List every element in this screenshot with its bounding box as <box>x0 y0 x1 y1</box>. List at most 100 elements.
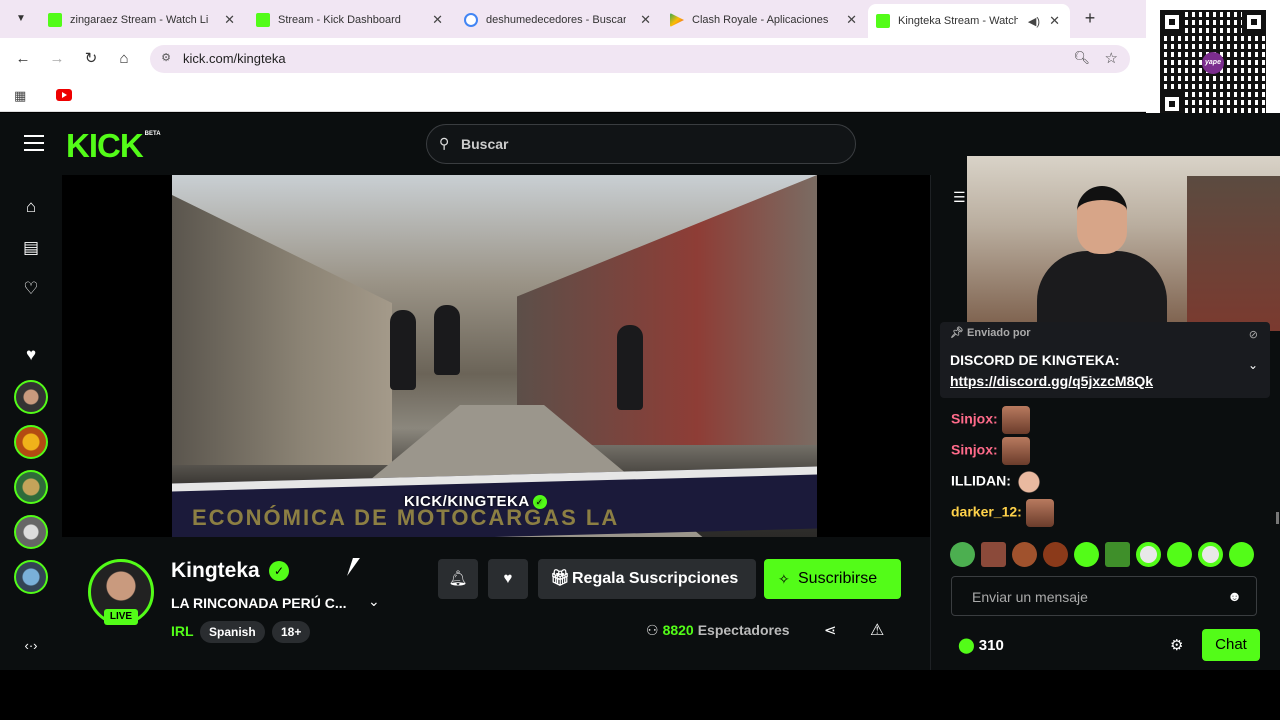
chat-settings-gear-icon[interactable]: ⚙ <box>1170 636 1183 654</box>
apps-grid-icon[interactable]: ▦ <box>14 88 26 104</box>
search-input[interactable]: ⚲ Buscar <box>426 124 856 164</box>
chat-username[interactable]: darker_12: <box>951 504 1022 520</box>
subscribe-button[interactable]: ✧ Suscribirse <box>764 559 901 599</box>
browser-tab-bar: ▼ zingaraez Stream - Watch Li ✕ Stream -… <box>0 0 1280 38</box>
tab-label: deshumedecedores - Buscar <box>486 14 626 26</box>
close-tab-icon[interactable]: ✕ <box>640 12 651 28</box>
tab-label: Kingteka Stream - Watch <box>898 15 1018 27</box>
youtube-bookmark-icon[interactable] <box>56 89 72 101</box>
emote[interactable] <box>1043 542 1068 567</box>
browse-icon[interactable]: ▤ <box>20 237 42 259</box>
discord-link[interactable]: https://discord.gg/q5jxzcM8Qk <box>950 373 1153 389</box>
pin-icon: 📌︎ <box>950 327 968 339</box>
browser-tab-2[interactable]: Stream - Kick Dashboard ✕ <box>248 6 453 34</box>
follow-heart-button[interactable]: ♥ <box>488 559 528 599</box>
zoom-icon[interactable]: 🔍︎ <box>1073 50 1090 66</box>
kick-logo[interactable]: KICK BETA <box>66 127 161 165</box>
share-icon[interactable]: ⋖ <box>824 621 837 639</box>
gift-icon: 🎁︎ <box>550 570 571 587</box>
chevron-down-icon[interactable]: ⌄ <box>368 593 380 610</box>
emote[interactable] <box>1167 542 1192 567</box>
main-content: ECONÓMICA DE MOTOCARGAS LA KICK/KINGTEKA… <box>62 175 930 670</box>
bookmark-star-icon[interactable]: ☆ <box>1105 49 1118 67</box>
pinned-title: DISCORD DE KINGTEKA: <box>950 352 1120 368</box>
emote[interactable] <box>1012 542 1037 567</box>
tab-label: Clash Royale - Aplicaciones <box>692 14 829 26</box>
search-icon: ⚲ <box>439 135 450 151</box>
stream-category[interactable]: IRL <box>171 623 194 639</box>
hide-pinned-icon[interactable]: ⊘ <box>1249 328 1258 341</box>
browser-tab-4[interactable]: Clash Royale - Aplicaciones ✕ <box>662 6 867 34</box>
reload-icon[interactable]: ↻ <box>80 48 102 70</box>
star-icon: ✧ <box>778 571 790 587</box>
report-warning-icon[interactable]: ⚠ <box>870 620 884 640</box>
sidebar-channel-avatar[interactable] <box>14 560 48 594</box>
kick-favicon-icon <box>876 14 890 28</box>
speaker-icon[interactable]: ◀) <box>1028 15 1040 28</box>
tag-age[interactable]: 18+ <box>272 621 311 643</box>
chat-username[interactable]: ILLIDAN: <box>951 473 1011 489</box>
chat-message: darker_12: <box>951 499 1054 527</box>
points-icon: ⬤ <box>958 637 975 654</box>
chat-message: Sinjox: <box>951 406 1030 434</box>
pinned-by-label: 📌︎ Enviado por <box>950 327 1031 339</box>
video-player[interactable]: ECONÓMICA DE MOTOCARGAS LA KICK/KINGTEKA… <box>62 175 930 537</box>
address-bar[interactable]: ⚙ kick.com/kingteka 🔍︎ ☆ <box>150 45 1130 73</box>
browser-tab-3[interactable]: deshumedecedores - Buscar ✕ <box>456 6 661 34</box>
channel-points[interactable]: ⬤ 310 <box>958 636 1004 654</box>
chat-scrollbar[interactable] <box>1276 512 1279 524</box>
home-icon[interactable]: ⌂ <box>20 196 42 218</box>
close-tab-icon[interactable]: ✕ <box>224 12 235 28</box>
browser-tab-1[interactable]: zingaraez Stream - Watch Li ✕ <box>40 6 245 34</box>
sidebar-channel-avatar[interactable] <box>14 380 48 414</box>
google-play-favicon-icon <box>670 13 684 27</box>
stream-title: LA RINCONADA PERÚ C... <box>171 595 347 611</box>
live-badge: LIVE <box>104 609 138 625</box>
kick-favicon-icon <box>256 13 270 27</box>
emote[interactable] <box>1198 542 1223 567</box>
site-info-icon[interactable]: ⚙ <box>158 51 174 67</box>
browser-toolbar: ← → ↻ ⌂ ⚙ kick.com/kingteka 🔍︎ ☆ <box>0 38 1146 80</box>
following-heart-icon[interactable]: ♡ <box>20 278 42 300</box>
tab-search-chevron-icon[interactable]: ▼ <box>10 8 32 30</box>
menu-icon[interactable] <box>24 135 44 151</box>
emote[interactable] <box>950 542 975 567</box>
sidebar-channel-avatar[interactable] <box>14 470 48 504</box>
url-text: kick.com/kingteka <box>183 51 286 66</box>
emote[interactable] <box>1105 542 1130 567</box>
new-tab-icon[interactable]: + <box>1080 8 1100 29</box>
chat-username[interactable]: Sinjox: <box>951 411 998 427</box>
close-tab-icon[interactable]: ✕ <box>1049 13 1060 29</box>
send-chat-button[interactable]: Chat <box>1202 629 1260 661</box>
emote[interactable] <box>1074 542 1099 567</box>
emoji-picker-icon[interactable]: ☻ <box>1227 588 1242 604</box>
close-tab-icon[interactable]: ✕ <box>432 12 443 28</box>
channel-name[interactable]: Kingteka <box>171 559 260 583</box>
back-icon[interactable]: ← <box>12 48 34 70</box>
gift-subs-button[interactable]: 🎁︎ Regala Suscripciones <box>538 559 756 599</box>
sidebar-channel-avatar[interactable] <box>14 515 48 549</box>
browser-tab-5-active[interactable]: Kingteka Stream - Watch ◀) ✕ <box>868 4 1070 38</box>
expand-pinned-chevron-icon[interactable]: ⌄ <box>1248 358 1258 372</box>
emote[interactable] <box>981 542 1006 567</box>
sidebar-channel-avatar[interactable] <box>14 425 48 459</box>
followed-channels-heart-icon: ♥ <box>25 345 37 364</box>
forward-icon[interactable]: → <box>46 48 68 70</box>
chat-message-input[interactable]: Enviar un mensaje ☻ <box>951 576 1257 616</box>
tag-language[interactable]: Spanish <box>200 621 265 643</box>
emote <box>1014 468 1043 496</box>
emote[interactable] <box>1136 542 1161 567</box>
home-icon[interactable]: ⌂ <box>113 48 135 70</box>
notification-bell-button[interactable]: 🔔︎ <box>438 559 478 599</box>
collapse-sidebar-icon[interactable]: ‹·› <box>20 635 42 657</box>
emote[interactable] <box>1229 542 1254 567</box>
bookmarks-bar: ▦ <box>0 80 1146 112</box>
emote-bar <box>950 542 1260 568</box>
chat-message: ILLIDAN: <box>951 468 1043 496</box>
yape-logo: yape <box>1202 52 1224 74</box>
collapse-chat-icon[interactable]: ☰ <box>953 189 966 206</box>
tab-label: Stream - Kick Dashboard <box>278 14 401 26</box>
chat-username[interactable]: Sinjox: <box>951 442 998 458</box>
close-tab-icon[interactable]: ✕ <box>846 12 857 28</box>
pinned-message: 📌︎ Enviado por ⊘ DISCORD DE KINGTEKA: ht… <box>940 322 1270 398</box>
